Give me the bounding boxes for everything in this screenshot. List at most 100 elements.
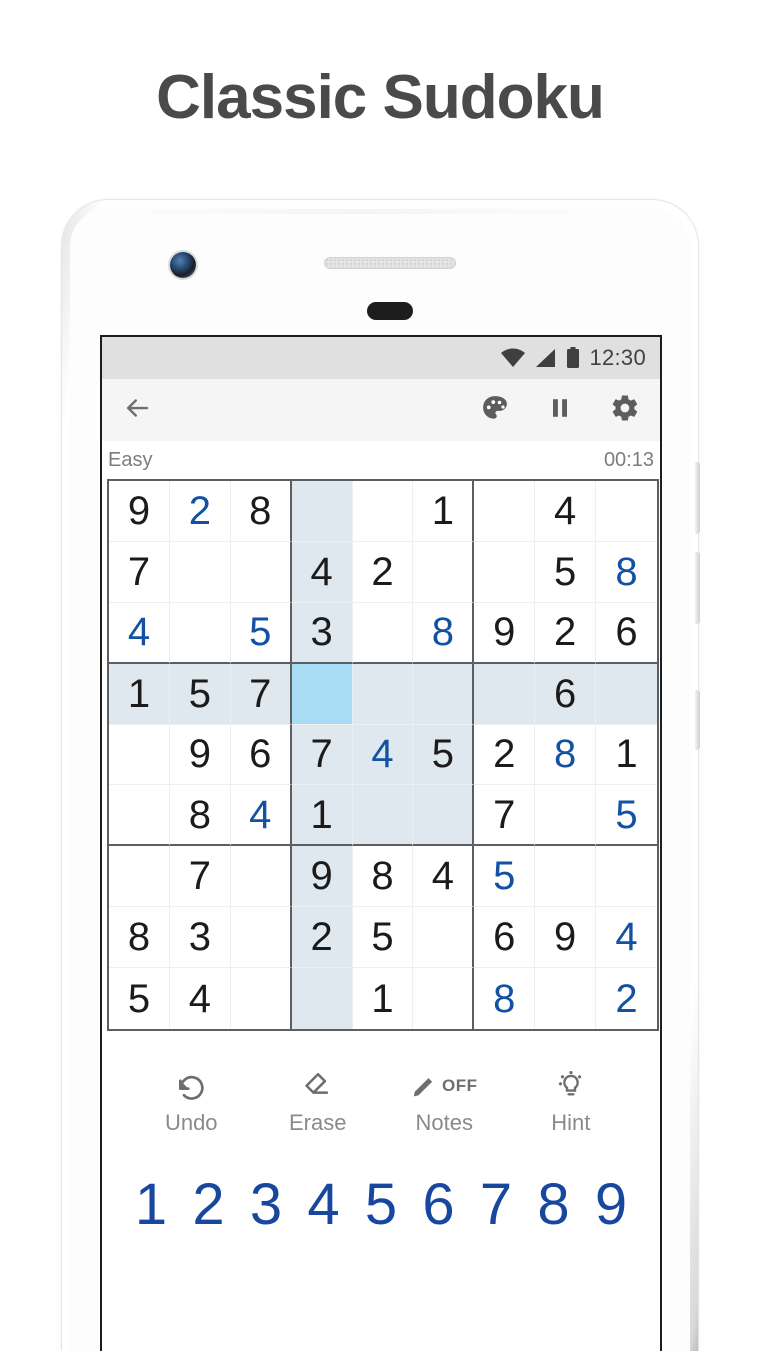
sudoku-cell-r5c5[interactable]: 4 (352, 724, 414, 786)
sudoku-cell-r3c5[interactable] (352, 602, 414, 664)
sudoku-cell-r1c9[interactable] (596, 481, 657, 542)
numpad-key-4[interactable]: 4 (297, 1176, 351, 1234)
sudoku-cell-r4c6[interactable] (413, 663, 475, 725)
numpad-key-8[interactable]: 8 (527, 1176, 581, 1234)
sudoku-cell-r2c4[interactable]: 4 (291, 541, 353, 603)
sudoku-cell-r6c6[interactable] (413, 785, 475, 847)
palette-icon[interactable] (480, 393, 510, 428)
sudoku-cell-r3c9[interactable]: 6 (596, 602, 657, 664)
sudoku-cell-r2c1[interactable]: 7 (109, 541, 170, 603)
sudoku-cell-r4c8[interactable]: 6 (535, 663, 597, 725)
numpad-key-1[interactable]: 1 (124, 1176, 178, 1234)
sudoku-cell-r2c7[interactable] (474, 541, 536, 603)
sudoku-cell-r9c1[interactable]: 5 (109, 968, 170, 1029)
notes-button[interactable]: OFF Notes (402, 1069, 486, 1136)
sudoku-cell-r7c6[interactable]: 4 (413, 846, 475, 908)
sudoku-cell-r7c1[interactable] (109, 846, 170, 908)
sudoku-cell-r2c6[interactable] (413, 541, 475, 603)
sudoku-cell-r6c3[interactable]: 4 (230, 785, 292, 847)
sudoku-cell-r7c3[interactable] (230, 846, 292, 908)
numpad-key-2[interactable]: 2 (182, 1176, 236, 1234)
sudoku-cell-r4c2[interactable]: 5 (169, 663, 231, 725)
sudoku-cell-r3c3[interactable]: 5 (230, 602, 292, 664)
sudoku-cell-r5c6[interactable]: 5 (413, 724, 475, 786)
sudoku-cell-r3c6[interactable]: 8 (413, 602, 475, 664)
sudoku-cell-r1c3[interactable]: 8 (230, 481, 292, 542)
sudoku-cell-r1c5[interactable] (352, 481, 414, 542)
sudoku-cell-r9c8[interactable] (535, 968, 597, 1029)
volume-up-button[interactable] (695, 462, 700, 534)
sudoku-cell-r8c2[interactable]: 3 (169, 907, 231, 969)
sudoku-cell-r5c7[interactable]: 2 (474, 724, 536, 786)
pause-icon[interactable] (546, 394, 574, 427)
sudoku-cell-r1c1[interactable]: 9 (109, 481, 170, 542)
sudoku-cell-r4c1[interactable]: 1 (109, 663, 170, 725)
sudoku-cell-r7c4[interactable]: 9 (291, 846, 353, 908)
sudoku-cell-r1c4[interactable] (291, 481, 353, 542)
sudoku-cell-r5c1[interactable] (109, 724, 170, 786)
sudoku-cell-r3c4[interactable]: 3 (291, 602, 353, 664)
sudoku-cell-r8c3[interactable] (230, 907, 292, 969)
sudoku-cell-r6c1[interactable] (109, 785, 170, 847)
sudoku-cell-r4c5[interactable] (352, 663, 414, 725)
sudoku-cell-r1c6[interactable]: 1 (413, 481, 475, 542)
sudoku-cell-r4c4[interactable] (291, 663, 353, 725)
sudoku-cell-r7c2[interactable]: 7 (169, 846, 231, 908)
sudoku-cell-r9c6[interactable] (413, 968, 475, 1029)
sudoku-cell-r7c9[interactable] (596, 846, 657, 908)
sudoku-cell-r8c7[interactable]: 6 (474, 907, 536, 969)
erase-button[interactable]: Erase (276, 1069, 360, 1136)
sudoku-cell-r6c2[interactable]: 8 (169, 785, 231, 847)
sudoku-cell-r7c5[interactable]: 8 (352, 846, 414, 908)
numpad-key-9[interactable]: 9 (584, 1176, 638, 1234)
sudoku-cell-r5c9[interactable]: 1 (596, 724, 657, 786)
sudoku-grid[interactable]: 9281474258453892615769674528184175798458… (107, 479, 659, 1031)
sudoku-cell-r2c5[interactable]: 2 (352, 541, 414, 603)
sudoku-cell-r6c7[interactable]: 7 (474, 785, 536, 847)
sudoku-cell-r4c7[interactable] (474, 663, 536, 725)
back-arrow-icon[interactable] (122, 393, 152, 428)
sudoku-cell-r8c1[interactable]: 8 (109, 907, 170, 969)
sudoku-cell-r1c8[interactable]: 4 (535, 481, 597, 542)
sudoku-cell-r2c9[interactable]: 8 (596, 541, 657, 603)
numpad-key-5[interactable]: 5 (354, 1176, 408, 1234)
numpad-key-6[interactable]: 6 (412, 1176, 466, 1234)
undo-button[interactable]: Undo (149, 1069, 233, 1136)
sudoku-cell-r6c5[interactable] (352, 785, 414, 847)
sudoku-cell-r3c2[interactable] (169, 602, 231, 664)
sudoku-cell-r2c8[interactable]: 5 (535, 541, 597, 603)
sudoku-cell-r6c8[interactable] (535, 785, 597, 847)
sudoku-cell-r6c9[interactable]: 5 (596, 785, 657, 847)
sudoku-cell-r4c9[interactable] (596, 663, 657, 725)
sudoku-cell-r8c6[interactable] (413, 907, 475, 969)
sudoku-cell-r8c9[interactable]: 4 (596, 907, 657, 969)
sudoku-cell-r9c7[interactable]: 8 (474, 968, 536, 1029)
sudoku-cell-r7c7[interactable]: 5 (474, 846, 536, 908)
sudoku-cell-r5c3[interactable]: 6 (230, 724, 292, 786)
sudoku-cell-r5c8[interactable]: 8 (535, 724, 597, 786)
sudoku-cell-r9c9[interactable]: 2 (596, 968, 657, 1029)
sudoku-cell-r6c4[interactable]: 1 (291, 785, 353, 847)
sudoku-cell-r8c4[interactable]: 2 (291, 907, 353, 969)
sudoku-cell-r8c5[interactable]: 5 (352, 907, 414, 969)
sudoku-cell-r4c3[interactable]: 7 (230, 663, 292, 725)
numpad-key-3[interactable]: 3 (239, 1176, 293, 1234)
sudoku-cell-r3c1[interactable]: 4 (109, 602, 170, 664)
sudoku-cell-r2c2[interactable] (169, 541, 231, 603)
sudoku-cell-r9c4[interactable] (291, 968, 353, 1029)
sudoku-cell-r3c8[interactable]: 2 (535, 602, 597, 664)
numpad-key-7[interactable]: 7 (469, 1176, 523, 1234)
sudoku-cell-r7c8[interactable] (535, 846, 597, 908)
sudoku-cell-r9c5[interactable]: 1 (352, 968, 414, 1029)
sudoku-cell-r2c3[interactable] (230, 541, 292, 603)
sudoku-cell-r9c3[interactable] (230, 968, 292, 1029)
sudoku-cell-r5c2[interactable]: 9 (169, 724, 231, 786)
hint-button[interactable]: Hint (529, 1069, 613, 1136)
gear-icon[interactable] (610, 393, 640, 428)
sudoku-cell-r5c4[interactable]: 7 (291, 724, 353, 786)
sudoku-cell-r3c7[interactable]: 9 (474, 602, 536, 664)
sudoku-cell-r1c7[interactable] (474, 481, 536, 542)
volume-down-button[interactable] (695, 552, 700, 624)
sudoku-cell-r1c2[interactable]: 2 (169, 481, 231, 542)
sudoku-cell-r8c8[interactable]: 9 (535, 907, 597, 969)
